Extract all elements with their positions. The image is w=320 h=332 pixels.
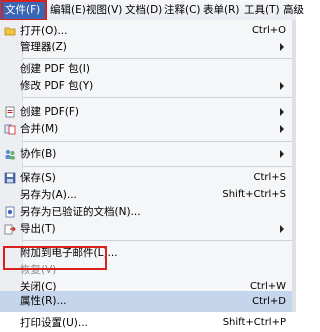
menu-document[interactable]: 文档(D) <box>125 0 162 20</box>
menu-separator <box>22 58 292 59</box>
menu-item-label: 另存为已验证的文档(N)... <box>20 206 141 218</box>
menu-view[interactable]: 视图(V) <box>86 0 122 20</box>
menu-item-shortcut: Ctrl+S <box>253 172 286 183</box>
menu-item-label: 保存(S) <box>20 172 56 184</box>
menu-item-label: 创建 PDF(F) <box>20 106 80 118</box>
menu-item-properties[interactable]: 属性(R)... Ctrl+D <box>0 291 292 312</box>
menu-forms[interactable]: 表单(R) <box>203 0 240 20</box>
collaborate-icon <box>5 150 15 160</box>
menu-item-save-as[interactable]: 另存为(A)... Shift+Ctrl+S <box>0 186 292 204</box>
open-folder-icon <box>4 27 16 36</box>
certified-doc-icon <box>5 206 15 218</box>
menu-item-modify-pdf-package[interactable]: 修改 PDF 包(Y) <box>0 77 292 95</box>
create-pdf-icon <box>5 106 15 118</box>
menu-item-print-setup[interactable]: 打印设置(U)... Shift+Ctrl+P <box>0 314 292 332</box>
submenu-arrow-icon <box>280 225 284 233</box>
menu-separator <box>22 240 292 241</box>
menu-item-label: 打印设置(U)... <box>20 317 88 329</box>
menu-item-save[interactable]: 保存(S) Ctrl+S <box>0 169 292 187</box>
menu-item-organizer[interactable]: 管理器(Z) <box>0 38 292 56</box>
menu-separator <box>22 141 292 142</box>
scrollbar[interactable] <box>292 20 296 312</box>
menu-item-save-as-certified[interactable]: 另存为已验证的文档(N)... <box>0 203 292 221</box>
menu-advanced[interactable]: 高级 <box>283 0 304 20</box>
menu-item-create-pdf-package[interactable]: 创建 PDF 包(I) <box>0 60 292 78</box>
menu-item-label: 管理器(Z) <box>20 41 67 53</box>
menu-comments[interactable]: 注释(C) <box>164 0 201 20</box>
submenu-arrow-icon <box>280 125 284 133</box>
menu-item-label: 属性(R)... <box>20 295 67 307</box>
menu-item-shortcut: Shift+Ctrl+S <box>222 189 286 200</box>
menu-item-label: 合并(M) <box>20 123 59 135</box>
combine-icon <box>4 124 16 135</box>
save-icon <box>4 172 16 184</box>
submenu-arrow-icon <box>280 82 284 90</box>
menu-item-label: 另存为(A)... <box>20 189 77 201</box>
submenu-arrow-icon <box>280 108 284 116</box>
menu-separator <box>22 97 292 98</box>
submenu-arrow-icon <box>280 43 284 51</box>
menu-item-shortcut: Ctrl+D <box>252 296 286 307</box>
menu-item-combine[interactable]: 合并(M) <box>0 120 292 138</box>
menu-item-collaborate[interactable]: 协作(B) <box>0 145 292 163</box>
menu-item-label: 修改 PDF 包(Y) <box>20 80 94 92</box>
properties-annotation-box <box>3 246 107 270</box>
menu-item-shortcut: Shift+Ctrl+P <box>222 317 286 328</box>
export-icon <box>4 224 16 235</box>
menu-edit[interactable]: 编辑(E) <box>50 0 86 20</box>
menu-item-export[interactable]: 导出(T) <box>0 220 292 238</box>
menu-item-label: 导出(T) <box>20 223 56 235</box>
menu-item-create-pdf[interactable]: 创建 PDF(F) <box>0 103 292 121</box>
menu-tools[interactable]: 工具(T) <box>244 0 280 20</box>
submenu-arrow-icon <box>280 150 284 158</box>
file-menu-annotation-box <box>1 0 47 21</box>
menu-item-label: 协作(B) <box>20 148 57 160</box>
menu-item-label: 创建 PDF 包(I) <box>20 63 90 75</box>
menu-separator <box>22 166 292 167</box>
